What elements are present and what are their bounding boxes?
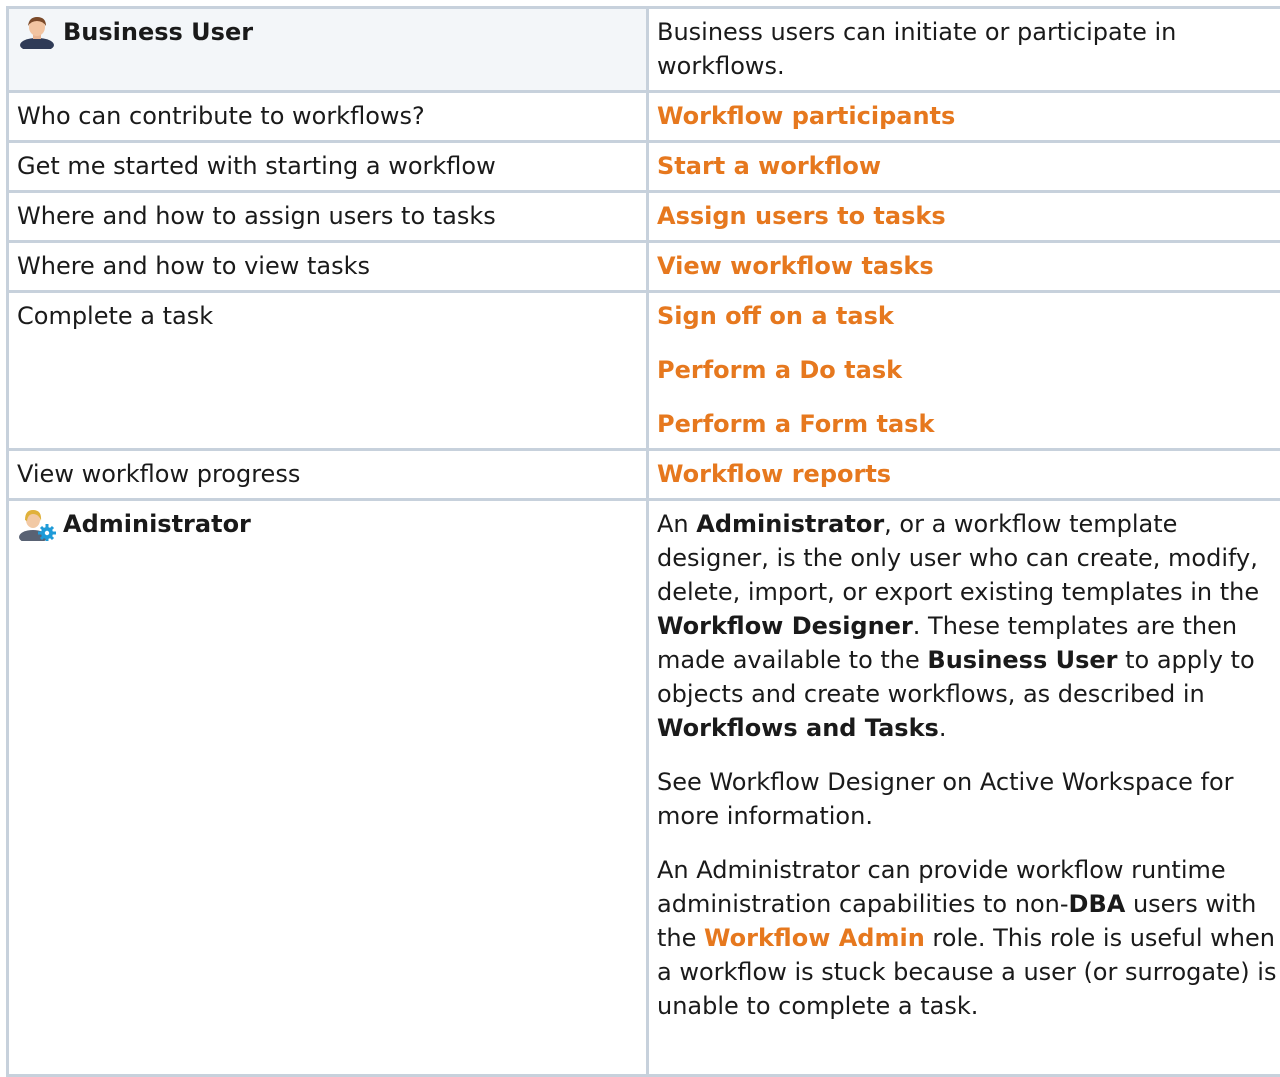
roles-table: Business User Business users can initiat… [6,6,1280,1077]
administrator-description: An Administrator, or a workflow template… [648,500,1280,1076]
row-links: View workflow tasks [648,242,1280,292]
business-user-label: Business User [63,15,253,49]
row-links: Workflow participants [648,92,1280,142]
bold-workflow-designer: Workflow Designer [657,612,913,640]
table-row: Complete a task Sign off on a task Perfo… [8,292,1280,450]
text: An [657,510,696,538]
administrator-paragraph-1: An Administrator, or a workflow template… [657,507,1280,745]
row-links: Start a workflow [648,142,1280,192]
bold-business-user: Business User [927,646,1117,674]
row-links: Sign off on a task Perform a Do task Per… [648,292,1280,450]
row-question: View workflow progress [8,450,648,500]
administrator-role-cell: Administrator [8,500,648,1076]
administrator-label: Administrator [63,507,251,541]
row-question: Complete a task [8,292,648,450]
administrator-icon [17,507,57,541]
link-workflow-participants[interactable]: Workflow participants [657,102,955,130]
link-perform-a-do-task[interactable]: Perform a Do task [657,353,1280,387]
link-sign-off-on-a-task[interactable]: Sign off on a task [657,299,1280,333]
row-question: Who can contribute to workflows? [8,92,648,142]
row-question: Where and how to assign users to tasks [8,192,648,242]
link-start-a-workflow[interactable]: Start a workflow [657,152,881,180]
link-workflow-reports[interactable]: Workflow reports [657,460,891,488]
table-row: View workflow progress Workflow reports [8,450,1280,500]
table-row: Who can contribute to workflows? Workflo… [8,92,1280,142]
link-workflow-admin[interactable]: Workflow Admin [704,924,925,952]
bold-administrator: Administrator [696,510,884,538]
business-user-row: Business User Business users can initiat… [8,8,1280,92]
table-row: Where and how to view tasks View workflo… [8,242,1280,292]
row-question: Get me started with starting a workflow [8,142,648,192]
link-perform-a-form-task[interactable]: Perform a Form task [657,407,1280,441]
row-links: Assign users to tasks [648,192,1280,242]
administrator-paragraph-2: See Workflow Designer on Active Workspac… [657,765,1280,833]
bold-workflows-and-tasks: Workflows and Tasks [657,714,939,742]
table-row: Get me started with starting a workflow … [8,142,1280,192]
administrator-paragraph-3: An Administrator can provide workflow ru… [657,853,1280,1023]
link-assign-users-to-tasks[interactable]: Assign users to tasks [657,202,946,230]
link-view-workflow-tasks[interactable]: View workflow tasks [657,252,934,280]
administrator-row: Administrator An Administrator, or a wor… [8,500,1280,1076]
table-row: Where and how to assign users to tasks A… [8,192,1280,242]
text: . [939,714,947,742]
business-user-role-cell: Business User [8,8,648,92]
row-question: Where and how to view tasks [8,242,648,292]
bold-dba: DBA [1069,890,1126,918]
business-user-icon [17,15,57,49]
row-links: Workflow reports [648,450,1280,500]
business-user-description: Business users can initiate or participa… [648,8,1280,92]
